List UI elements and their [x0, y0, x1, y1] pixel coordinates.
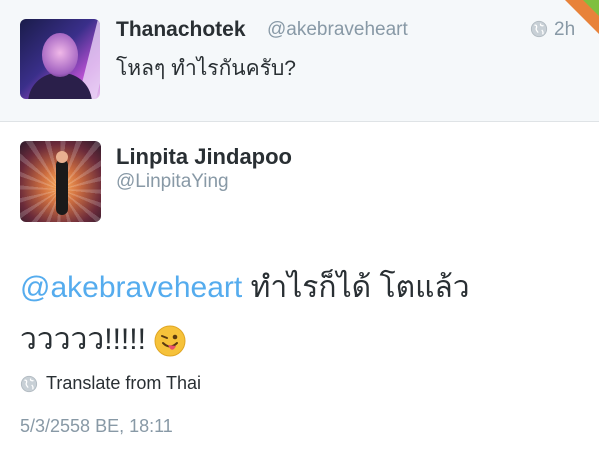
avatar-figure-head	[56, 151, 68, 163]
parent-display-name[interactable]: Thanachotek	[116, 18, 246, 42]
parent-tweet[interactable]: Thanachotek @akebraveheart 2h โหลๆ ทำไรก…	[0, 0, 599, 122]
winking-face-with-tongue-emoji	[154, 325, 186, 357]
globe-icon	[20, 375, 38, 393]
tweet-text-line2: ววววว!!!!!	[20, 323, 146, 356]
parent-tweet-text: โหลๆ ทำไรกันครับ?	[116, 57, 296, 80]
tweet-timestamp: 5/3/2558 BE, 18:11	[20, 416, 173, 436]
parent-handle[interactable]: @akebraveheart	[267, 19, 408, 41]
tweet-handle[interactable]: @LinpitaYing	[116, 171, 229, 193]
globe-icon	[530, 20, 548, 38]
tweet-text: @akebraveheart ทำไรก็ได้ โตแล้ว ววววว!!!…	[20, 262, 580, 366]
parent-timestamp[interactable]: 2h	[554, 19, 575, 41]
avatar[interactable]	[20, 141, 101, 222]
corner-badge-accent	[583, 0, 599, 16]
tweet-text-line1: ทำไรก็ได้ โตแล้ว	[242, 271, 470, 304]
tweet-display-name[interactable]: Linpita Jindapoo	[116, 144, 292, 170]
avatar-figure	[56, 159, 68, 215]
mention-link[interactable]: @akebraveheart	[20, 271, 242, 304]
translate-label[interactable]: Translate from Thai	[46, 373, 201, 394]
avatar-face	[42, 33, 78, 77]
avatar[interactable]	[20, 19, 100, 99]
